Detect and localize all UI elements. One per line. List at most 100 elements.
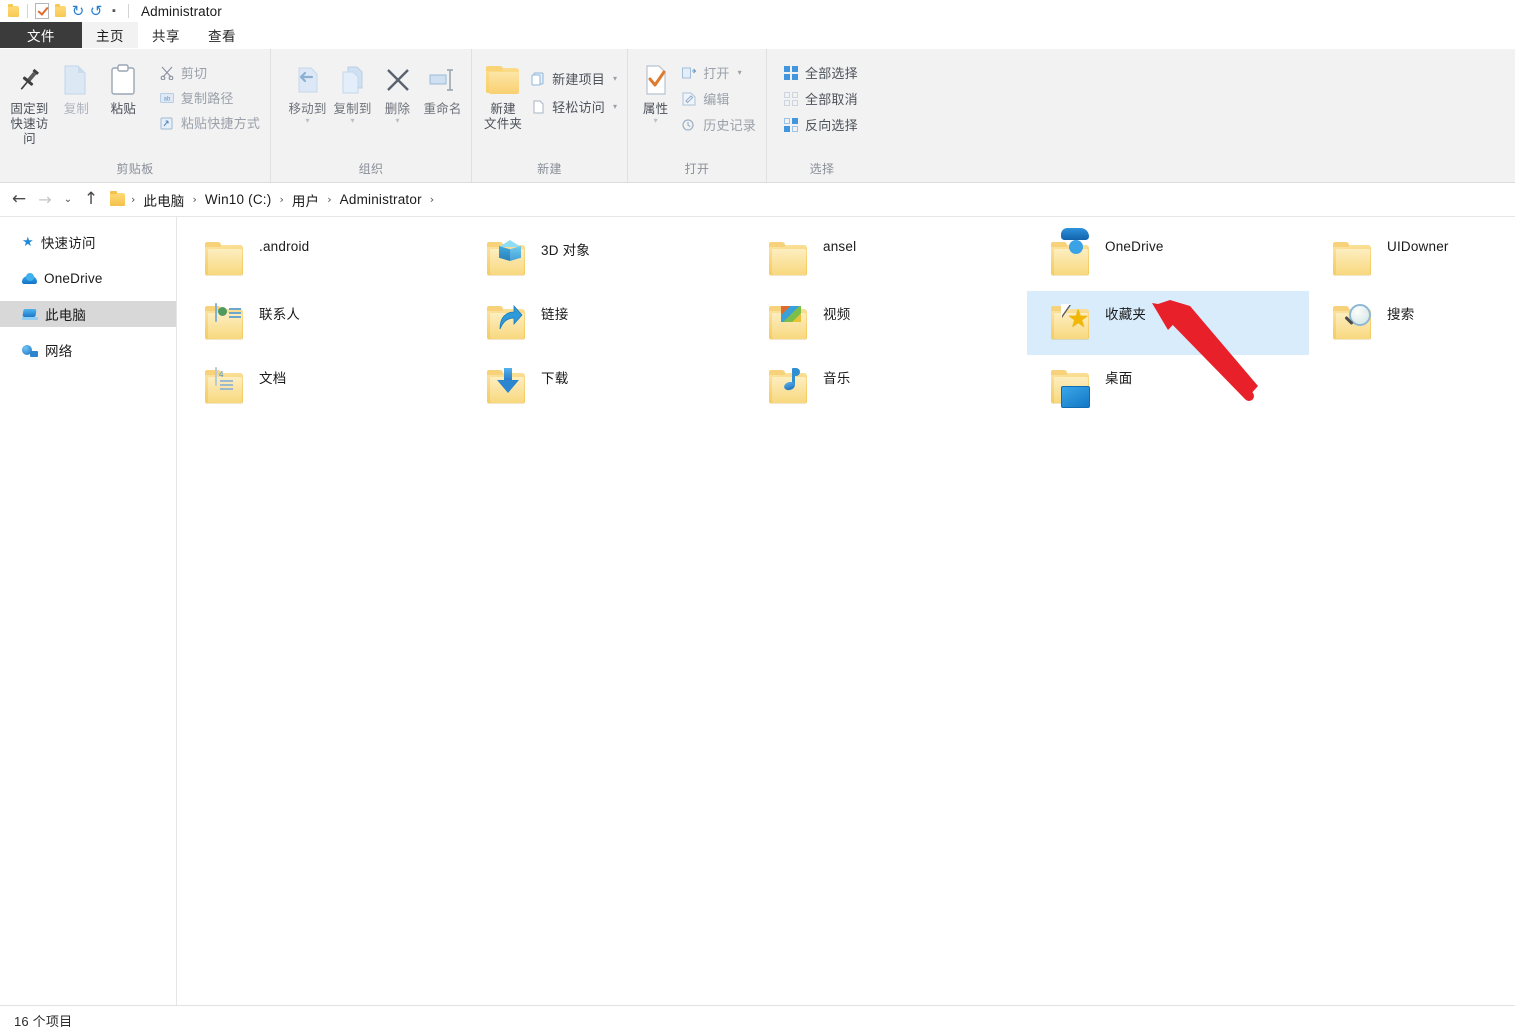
select-none-button[interactable]: 全部取消: [779, 89, 862, 108]
rename-label: 重命名: [423, 102, 462, 116]
breadcrumb-item-this-pc[interactable]: 此电脑: [139, 188, 188, 212]
ribbon-group-label-new: 新建: [537, 162, 562, 176]
open-icon: [681, 65, 697, 81]
sidebar-item-network[interactable]: 网络: [0, 337, 176, 363]
copy-label: 复制: [63, 102, 90, 116]
move-to-chevron-down-icon[interactable]: ▾: [305, 117, 309, 125]
folder-icon: [485, 367, 529, 407]
qat-new-folder-icon[interactable]: [51, 2, 69, 20]
breadcrumb-separator-2[interactable]: ›: [275, 193, 287, 206]
edit-button[interactable]: 编辑: [677, 89, 760, 108]
new-item-button[interactable]: 新建项目 ▾: [526, 69, 621, 88]
breadcrumb-separator-3[interactable]: ›: [323, 193, 335, 206]
pin-to-quick-access-button[interactable]: 固定到 快速访问: [6, 57, 53, 147]
select-all-button[interactable]: 全部选择: [779, 63, 862, 82]
copy-to-chevron-down-icon[interactable]: ▾: [350, 117, 354, 125]
forward-button[interactable]: →: [32, 187, 58, 213]
file-item-label: 音乐: [823, 371, 851, 386]
file-item-label: 3D 对象: [541, 243, 591, 258]
pin-label-line1: 固定到: [10, 102, 49, 116]
file-item-onedrive[interactable]: OneDrive: [1027, 227, 1309, 291]
tab-view[interactable]: 查看: [194, 22, 250, 48]
file-item-label: UIDowner: [1387, 239, 1449, 254]
breadcrumb-item-drive[interactable]: Win10 (C:): [201, 190, 276, 209]
open-chevron-down-icon[interactable]: ▾: [738, 68, 742, 77]
breadcrumb-item-users[interactable]: 用户: [288, 188, 323, 212]
copy-path-button[interactable]: ab 复制路径: [155, 88, 264, 107]
paste-button[interactable]: 粘贴: [100, 57, 147, 117]
file-item-links[interactable]: 链接: [463, 291, 745, 355]
tab-file[interactable]: 文件: [0, 22, 82, 48]
delete-button[interactable]: 删除 ▾: [375, 57, 420, 125]
file-item-uidowner[interactable]: UIDowner: [1309, 227, 1515, 291]
back-button[interactable]: ←: [6, 187, 32, 213]
paste-shortcut-button[interactable]: 粘贴快捷方式: [155, 113, 264, 132]
file-item-label: 收藏夹: [1105, 307, 1147, 322]
open-button[interactable]: 打开 ▾: [677, 63, 760, 82]
sidebar-label-this-pc: 此电脑: [45, 308, 87, 323]
folder-icon: [1331, 239, 1375, 279]
new-item-label: 新建项目: [552, 72, 605, 87]
new-item-icon: [530, 71, 546, 87]
copy-path-label: 复制路径: [180, 91, 234, 106]
ribbon: 固定到 快速访问 复制 粘贴 剪切 ab 复制路径 粘贴快捷方式 剪贴板 移动到…: [0, 49, 1515, 183]
file-item-documents[interactable]: 4 文档: [181, 355, 463, 419]
item-count-label: 16 个项目: [14, 1014, 73, 1029]
file-item-3d-objects[interactable]: 3D 对象: [463, 227, 745, 291]
cut-button[interactable]: 剪切: [155, 63, 264, 82]
properties-button[interactable]: 属性 ▾: [640, 57, 671, 125]
file-item-music[interactable]: 音乐: [745, 355, 1027, 419]
file-item-contacts[interactable]: 联系人: [181, 291, 463, 355]
file-item-android[interactable]: .android: [181, 227, 463, 291]
tab-home[interactable]: 主页: [82, 22, 138, 48]
file-list-view: .android 3D 对象 ansel OneDrive UIDowner 联…: [177, 217, 1515, 1035]
breadcrumb-separator-0[interactable]: ›: [127, 193, 139, 206]
file-item-label: OneDrive: [1105, 239, 1164, 254]
cut-label: 剪切: [180, 66, 208, 81]
copy-button[interactable]: 复制: [53, 57, 100, 117]
sidebar-item-onedrive[interactable]: OneDrive: [0, 265, 176, 291]
file-item-searches[interactable]: 搜索: [1309, 291, 1515, 355]
qat-redo-icon[interactable]: ↻: [69, 2, 87, 20]
delete-label: 删除: [384, 102, 411, 116]
move-to-button[interactable]: 移动到 ▾: [285, 57, 330, 125]
file-item-label: 搜索: [1387, 307, 1415, 322]
delete-chevron-down-icon[interactable]: ▾: [395, 117, 399, 125]
copy-to-button[interactable]: 复制到 ▾: [330, 57, 375, 125]
qat-folder-icon[interactable]: [4, 2, 22, 20]
properties-label: 属性: [642, 102, 669, 116]
breadcrumb-item-administrator[interactable]: Administrator: [336, 190, 426, 209]
new-folder-button[interactable]: 新建 文件夹: [484, 57, 522, 132]
history-button[interactable]: 历史记录: [677, 115, 760, 134]
breadcrumb-separator-4[interactable]: ›: [426, 193, 438, 206]
properties-chevron-down-icon[interactable]: ▾: [654, 117, 658, 125]
invert-selection-button[interactable]: 反向选择: [779, 115, 862, 134]
rename-button[interactable]: 重命名: [420, 57, 465, 117]
file-item-favorites[interactable]: ★ 收藏夹: [1027, 291, 1309, 355]
select-all-icon: [783, 65, 799, 81]
breadcrumb-separator-1[interactable]: ›: [189, 193, 201, 206]
sidebar-item-this-pc[interactable]: 此电脑: [0, 301, 176, 327]
file-item-downloads[interactable]: 下载: [463, 355, 745, 419]
tab-share[interactable]: 共享: [138, 22, 194, 48]
easy-access-button[interactable]: 轻松访问 ▾: [526, 97, 621, 116]
sidebar-item-quick-access[interactable]: ★ 快速访问: [0, 229, 176, 255]
shortcut-arrow-icon: [497, 304, 541, 330]
new-item-chevron-down-icon[interactable]: ▾: [613, 74, 617, 83]
network-icon: [22, 344, 38, 357]
file-item-ansel[interactable]: ansel: [745, 227, 1027, 291]
file-item-videos[interactable]: 视频: [745, 291, 1027, 355]
invert-selection-label: 反向选择: [805, 118, 858, 133]
up-button[interactable]: ↑: [78, 187, 104, 213]
easy-access-chevron-down-icon[interactable]: ▾: [613, 102, 617, 111]
qat-customize-icon[interactable]: ▪: [105, 2, 123, 20]
recent-locations-button[interactable]: ⌄: [58, 187, 78, 213]
ribbon-group-label-clipboard: 剪贴板: [116, 162, 154, 176]
folder-icon: [767, 367, 811, 407]
monitor-icon: [1061, 386, 1090, 408]
qat-undo-icon[interactable]: ↺: [87, 2, 105, 20]
qat-properties-icon[interactable]: [33, 2, 51, 20]
paste-shortcut-label: 粘贴快捷方式: [180, 116, 261, 131]
breadcrumb-folder-icon[interactable]: [110, 191, 125, 206]
file-item-desktop[interactable]: 桌面: [1027, 355, 1309, 419]
